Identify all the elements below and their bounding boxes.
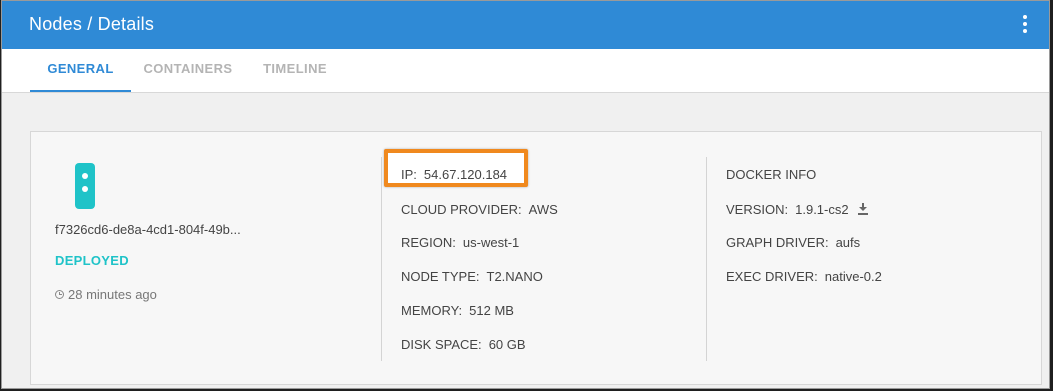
cloud-provider-label: CLOUD PROVIDER:: [401, 202, 522, 217]
deployed-time: 28 minutes ago: [55, 287, 157, 302]
time-ago-text: 28 minutes ago: [68, 287, 157, 302]
tab-timeline[interactable]: TIMELINE: [255, 49, 335, 92]
more-vert-icon[interactable]: [1021, 15, 1029, 35]
tab-containers[interactable]: CONTAINERS: [137, 49, 239, 92]
node-icon: [75, 163, 95, 209]
app-window: Nodes / Details GENERAL CONTAINERS TIMEL…: [1, 0, 1050, 389]
graph-driver-row: GRAPH DRIVER: aufs: [726, 235, 860, 250]
tab-general[interactable]: GENERAL: [30, 49, 131, 92]
region-label: REGION:: [401, 235, 456, 250]
node-type-label: NODE TYPE:: [401, 269, 480, 284]
exec-driver-row: EXEC DRIVER: native-0.2: [726, 269, 882, 284]
node-type-value: T2.NANO: [486, 269, 543, 284]
disk-space-label: DISK SPACE:: [401, 337, 482, 352]
graph-driver-label: GRAPH DRIVER:: [726, 235, 829, 250]
ip-value[interactable]: 54.67.120.184: [424, 167, 507, 182]
exec-driver-value: native-0.2: [824, 269, 882, 284]
node-type-row: NODE TYPE: T2.NANO: [401, 269, 543, 284]
disk-space-row: DISK SPACE: 60 GB: [401, 337, 526, 352]
column-divider: [706, 157, 707, 361]
graph-driver-value: aufs: [835, 235, 861, 250]
cloud-provider-row: CLOUD PROVIDER: AWS: [401, 202, 558, 217]
download-icon[interactable]: [858, 203, 869, 215]
docker-info-title: DOCKER INFO: [726, 167, 817, 182]
region-value: us-west-1: [462, 235, 520, 250]
page-title: Nodes / Details: [29, 14, 155, 34]
header-bar: Nodes / Details: [2, 1, 1049, 49]
tab-bar: GENERAL CONTAINERS TIMELINE: [2, 49, 1049, 93]
cloud-provider-value: AWS: [528, 202, 558, 217]
memory-row: MEMORY: 512 MB: [401, 303, 514, 318]
memory-value: 512 MB: [469, 303, 514, 318]
clock-icon: [55, 290, 64, 299]
node-details-card: f7326cd6-de8a-4cd1-804f-49b... DEPLOYED …: [30, 131, 1042, 385]
version-value: 1.9.1-cs2: [795, 202, 849, 217]
memory-label: MEMORY:: [401, 303, 463, 318]
ip-row: IP: 54.67.120.184: [401, 167, 507, 182]
docker-version-row: VERSION: 1.9.1-cs2: [726, 202, 869, 217]
version-label: VERSION:: [726, 202, 789, 217]
ip-label: IP:: [401, 167, 417, 182]
node-id[interactable]: f7326cd6-de8a-4cd1-804f-49b...: [55, 222, 241, 237]
column-divider: [381, 157, 382, 361]
region-row: REGION: us-west-1: [401, 235, 519, 250]
status-badge: DEPLOYED: [55, 253, 129, 268]
disk-space-value: 60 GB: [488, 337, 526, 352]
exec-driver-label: EXEC DRIVER:: [726, 269, 818, 284]
